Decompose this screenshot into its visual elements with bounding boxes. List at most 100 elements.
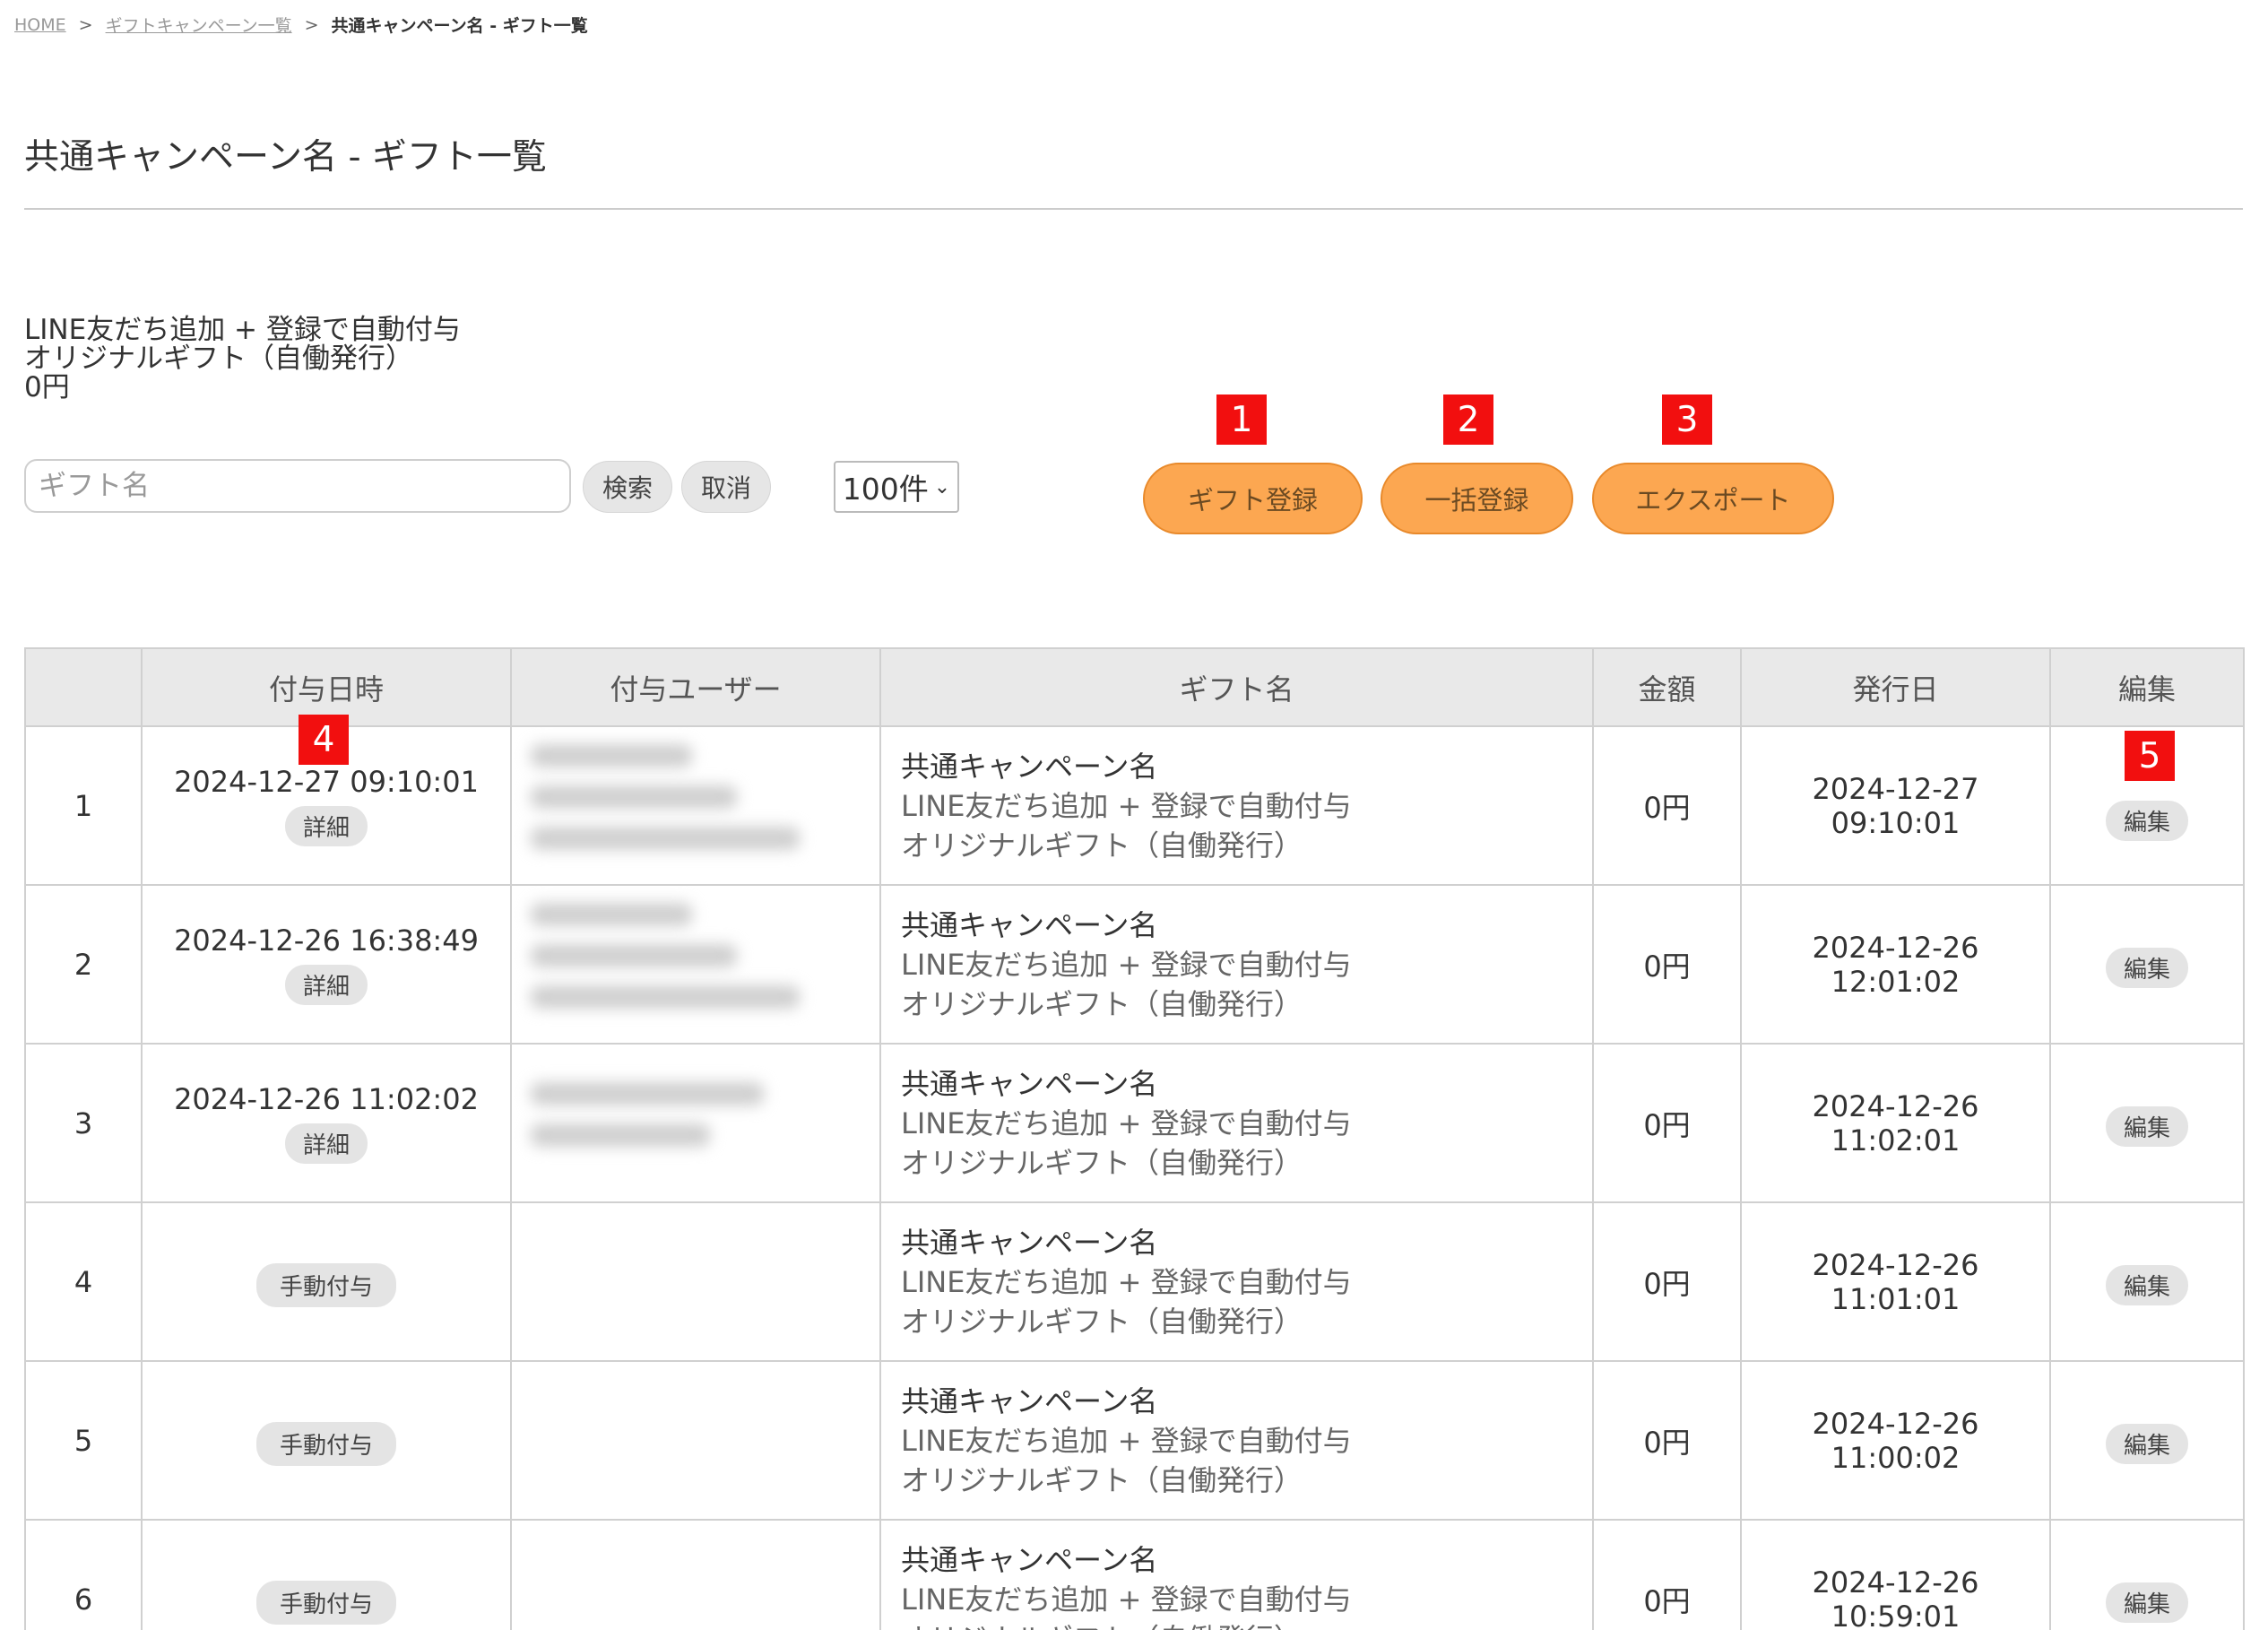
amount-cell: 0円	[1592, 1201, 1742, 1362]
detail-button[interactable]: 詳細	[284, 806, 368, 846]
detail-button[interactable]: 詳細	[284, 965, 368, 1005]
annotation-badge: 4	[299, 715, 349, 765]
gift-name-cell: 共通キャンペーン名 LINE友だち追加 + 登録で自動付与 オリジナルギフト（自…	[879, 1201, 1594, 1362]
breadcrumb-current: 共通キャンペーン名 - ギフト一覧	[331, 16, 588, 36]
grant-user-cell	[510, 1519, 881, 1630]
campaign-info-line: LINE友だち追加 + 登録で自動付与	[24, 314, 461, 346]
gift-campaign-name: 共通キャンペーン名	[901, 1225, 1158, 1260]
column-header: ギフト名	[879, 647, 1594, 727]
gift-name-cell: 共通キャンペーン名 LINE友だち追加 + 登録で自動付与 オリジナルギフト（自…	[879, 884, 1594, 1045]
search-button[interactable]: 検索	[583, 461, 672, 513]
gift-campaign-name: 共通キャンペーン名	[901, 1383, 1158, 1418]
table-header-row: 付与日時 付与ユーザー ギフト名 金額 発行日 編集	[24, 647, 2245, 727]
gift-name-search-input[interactable]	[24, 459, 571, 513]
per-page-select[interactable]: 100件 ⌄	[834, 461, 959, 513]
gift-description: LINE友だち追加 + 登録で自動付与	[901, 1264, 1352, 1299]
issue-time: 11:02:01	[1831, 1123, 1961, 1157]
grant-time-cell: 2024-12-26 11:02:02 詳細	[141, 1043, 512, 1203]
manual-grant-button[interactable]: 手動付与	[255, 1581, 396, 1625]
issue-date: 2024-12-27	[1812, 771, 1979, 806]
gift-name-cell: 共通キャンペーン名 LINE友だち追加 + 登録で自動付与 オリジナルギフト（自…	[879, 1519, 1594, 1630]
edit-button[interactable]: 編集	[2105, 1106, 2188, 1147]
manual-grant-button[interactable]: 手動付与	[255, 1263, 396, 1307]
breadcrumb-separator: >	[78, 14, 93, 35]
row-number: 5	[24, 1360, 143, 1521]
issue-time: 09:10:01	[1831, 805, 1961, 840]
issue-time: 11:00:02	[1831, 1440, 1961, 1475]
edit-button[interactable]: 編集	[2105, 948, 2188, 988]
issue-time: 10:59:01	[1831, 1599, 1961, 1630]
grant-time-cell: 2024-12-26 16:38:49 詳細	[141, 884, 512, 1045]
grant-user-cell	[510, 884, 881, 1045]
gift-description: オリジナルギフト（自働発行）	[901, 1145, 1303, 1180]
title-divider	[24, 208, 2243, 210]
column-header: 金額	[1592, 647, 1742, 727]
gift-name-cell: 共通キャンペーン名 LINE友だち追加 + 登録で自動付与 オリジナルギフト（自…	[879, 1360, 1594, 1521]
breadcrumb-campaign-list-link[interactable]: ギフトキャンペーン一覧	[106, 13, 292, 37]
edit-button[interactable]: 編集	[2105, 801, 2188, 841]
redacted-user-info	[531, 1081, 764, 1105]
edit-cell: 編集	[2049, 1201, 2245, 1362]
issue-date-cell: 2024-12-26 11:02:01	[1740, 1043, 2051, 1203]
table-row: 4 手動付与 共通キャンペーン名 LINE友だち追加 + 登録で自動付与 オリジ…	[24, 1201, 2245, 1362]
gift-description: オリジナルギフト（自働発行）	[901, 1304, 1303, 1339]
edit-cell: 編集	[2049, 1043, 2245, 1203]
campaign-info-line: オリジナルギフト（自働発行）	[24, 342, 413, 375]
manual-grant-button[interactable]: 手動付与	[255, 1422, 396, 1466]
grant-time-cell: 手動付与	[141, 1519, 512, 1630]
gift-description: オリジナルギフト（自働発行）	[901, 986, 1303, 1021]
gift-register-button[interactable]: ギフト登録	[1143, 463, 1363, 534]
cancel-button[interactable]: 取消	[681, 461, 771, 513]
detail-button[interactable]: 詳細	[284, 1123, 368, 1164]
gift-table: 付与日時 付与ユーザー ギフト名 金額 発行日 編集 1 4 2024-12-2…	[24, 647, 2245, 1630]
bulk-register-button[interactable]: 一括登録	[1381, 463, 1573, 534]
annotation-badge: 3	[1662, 394, 1712, 445]
row-number: 6	[24, 1519, 143, 1630]
gift-description: オリジナルギフト（自働発行）	[901, 828, 1303, 863]
row-number: 3	[24, 1043, 143, 1203]
edit-cell: 編集	[2049, 1360, 2245, 1521]
issue-date-cell: 2024-12-26 12:01:02	[1740, 884, 2051, 1045]
redacted-user-info	[531, 943, 737, 967]
grant-time: 2024-12-26 16:38:49	[174, 923, 479, 958]
grant-time-cell: 手動付与	[141, 1360, 512, 1521]
gift-campaign-name: 共通キャンペーン名	[901, 1542, 1158, 1577]
redacted-user-info	[531, 785, 737, 809]
gift-description: LINE友だち追加 + 登録で自動付与	[901, 1582, 1352, 1617]
gift-campaign-name: 共通キャンペーン名	[901, 907, 1158, 942]
grant-time: 2024-12-26 11:02:02	[174, 1082, 479, 1116]
issue-time: 11:01:01	[1831, 1281, 1961, 1316]
issue-date: 2024-12-26	[1812, 930, 1979, 965]
amount-cell: 0円	[1592, 884, 1742, 1045]
issue-date: 2024-12-26	[1812, 1247, 1979, 1282]
gift-name-cell: 共通キャンペーン名 LINE友だち追加 + 登録で自動付与 オリジナルギフト（自…	[879, 1043, 1594, 1203]
redacted-user-info	[531, 1123, 710, 1147]
breadcrumb: HOME > ギフトキャンペーン一覧 > 共通キャンペーン名 - ギフト一覧	[14, 13, 588, 37]
redacted-user-info	[531, 984, 800, 1009]
grant-user-cell	[510, 1043, 881, 1203]
issue-date-cell: 2024-12-26 10:59:01	[1740, 1519, 2051, 1630]
export-button[interactable]: エクスポート	[1592, 463, 1834, 534]
page-title: 共通キャンペーン名 - ギフト一覧	[24, 137, 547, 178]
edit-button[interactable]: 編集	[2105, 1582, 2188, 1623]
gift-description: LINE友だち追加 + 登録で自動付与	[901, 947, 1352, 982]
amount-cell: 0円	[1592, 1360, 1742, 1521]
table-row: 6 手動付与 共通キャンペーン名 LINE友だち追加 + 登録で自動付与 オリジ…	[24, 1519, 2245, 1630]
row-number: 4	[24, 1201, 143, 1362]
gift-description: LINE友だち追加 + 登録で自動付与	[901, 788, 1352, 823]
edit-button[interactable]: 編集	[2105, 1424, 2188, 1464]
breadcrumb-home-link[interactable]: HOME	[14, 15, 66, 35]
redacted-user-info	[531, 743, 692, 767]
issue-date-cell: 2024-12-26 11:01:01	[1740, 1201, 2051, 1362]
table-row: 3 2024-12-26 11:02:02 詳細 共通キャンペーン名 LINE友…	[24, 1043, 2245, 1203]
column-header: 付与ユーザー	[510, 647, 881, 727]
edit-button[interactable]: 編集	[2105, 1265, 2188, 1305]
breadcrumb-separator: >	[304, 14, 319, 35]
redacted-user-info	[531, 826, 800, 850]
issue-date: 2024-12-26	[1812, 1565, 1979, 1600]
table-row: 5 手動付与 共通キャンペーン名 LINE友だち追加 + 登録で自動付与 オリジ…	[24, 1360, 2245, 1521]
annotation-badge: 1	[1216, 394, 1267, 445]
row-number: 1	[24, 725, 143, 886]
grant-time-cell: 手動付与	[141, 1201, 512, 1362]
grant-time-cell: 4 2024-12-27 09:10:01 詳細	[141, 715, 512, 886]
